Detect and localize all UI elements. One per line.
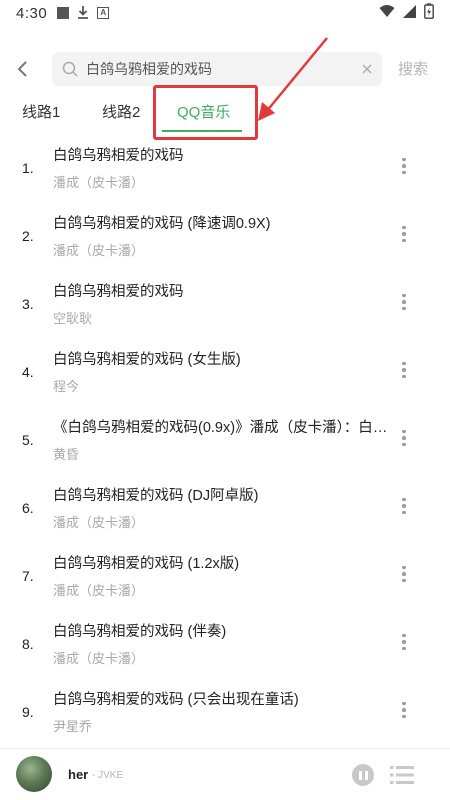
now-playing-title: her — [68, 767, 89, 782]
status-bar: 4:30 A — [0, 0, 450, 26]
playlist-icon — [390, 766, 414, 784]
song-index: 1. — [22, 160, 34, 176]
song-artist: 尹星乔 — [53, 719, 93, 734]
tab-route-1[interactable]: 线路1 — [22, 92, 60, 130]
song-artist: 黄昏 — [53, 447, 80, 462]
song-row[interactable]: 6. 白鸽乌鸦相爱的戏码 (DJ阿卓版) 潘成（皮卡潘） — [0, 472, 450, 540]
more-options-icon[interactable] — [392, 154, 416, 178]
tab-route-2[interactable]: 线路2 — [102, 92, 140, 130]
more-options-icon[interactable] — [392, 426, 416, 450]
search-icon — [62, 61, 78, 77]
more-options-icon[interactable] — [392, 698, 416, 722]
square-notification-icon — [57, 7, 70, 19]
close-icon — [362, 64, 372, 74]
signal-icon — [403, 4, 416, 22]
song-title[interactable]: 白鸽乌鸦相爱的戏码 (1.2x版) — [53, 552, 393, 573]
system-icons — [379, 3, 434, 23]
song-row[interactable]: 9. 白鸽乌鸦相爱的戏码 (只会出现在童话) 尹星乔 — [0, 676, 450, 744]
song-artist: 潘成（皮卡潘） — [53, 175, 145, 190]
more-options-icon[interactable] — [392, 562, 416, 586]
more-options-icon[interactable] — [392, 630, 416, 654]
a-notification-icon: A — [97, 7, 110, 19]
notification-icons: A — [57, 5, 110, 21]
search-input[interactable]: 白鸽乌鸦相爱的戏码 — [52, 52, 382, 86]
search-query[interactable]: 白鸽乌鸦相爱的戏码 — [86, 59, 352, 79]
song-artist: 潘成（皮卡潘） — [53, 583, 145, 598]
status-time: 4:30 — [16, 4, 48, 22]
song-title[interactable]: 白鸽乌鸦相爱的戏码 — [53, 280, 393, 301]
song-row[interactable]: 3. 白鸽乌鸦相爱的戏码 空耿耿 — [0, 268, 450, 336]
battery-charging-icon — [424, 3, 434, 23]
more-options-icon[interactable] — [392, 358, 416, 382]
more-options-icon[interactable] — [392, 290, 416, 314]
wifi-icon — [379, 4, 395, 22]
song-artist: 空耿耿 — [53, 311, 93, 326]
song-artist: 潘成（皮卡潘） — [53, 515, 145, 530]
song-index: 2. — [22, 228, 34, 244]
song-title[interactable]: 白鸽乌鸦相爱的戏码 (女生版) — [53, 348, 393, 369]
song-title[interactable]: 白鸽乌鸦相爱的戏码 (伴奏) — [53, 620, 393, 641]
song-row[interactable]: 7. 白鸽乌鸦相爱的戏码 (1.2x版) 潘成（皮卡潘） — [0, 540, 450, 608]
playlist-button[interactable] — [390, 765, 414, 785]
song-row[interactable]: 8. 白鸽乌鸦相爱的戏码 (伴奏) 潘成（皮卡潘） — [0, 608, 450, 676]
song-index: 7. — [22, 568, 34, 584]
song-index: 8. — [22, 636, 34, 652]
more-options-icon[interactable] — [392, 222, 416, 246]
song-title[interactable]: 白鸽乌鸦相爱的戏码 (降速调0.9X) — [53, 212, 393, 233]
download-icon — [77, 5, 89, 21]
song-title[interactable]: 白鸽乌鸦相爱的戏码 — [53, 144, 393, 165]
song-artist: 潘成（皮卡潘） — [53, 651, 145, 666]
chevron-left-icon — [17, 61, 27, 77]
song-row[interactable]: 4. 白鸽乌鸦相爱的戏码 (女生版) 程今 — [0, 336, 450, 404]
song-index: 6. — [22, 500, 34, 516]
song-row[interactable]: 5. 《白鸽乌鸦相爱的戏码(0.9x)》潘成（皮卡潘）：白鸽... 黄昏 — [0, 404, 450, 472]
pause-button[interactable] — [352, 764, 374, 786]
more-options-icon[interactable] — [392, 494, 416, 518]
song-row[interactable]: 2. 白鸽乌鸦相爱的戏码 (降速调0.9X) 潘成（皮卡潘） — [0, 200, 450, 268]
back-button[interactable] — [0, 50, 44, 88]
song-title[interactable]: 《白鸽乌鸦相爱的戏码(0.9x)》潘成（皮卡潘）：白鸽... — [53, 416, 393, 437]
song-artist: 潘成（皮卡潘） — [53, 243, 145, 258]
now-playing-artist: - JVKE — [92, 770, 124, 781]
song-list: 1. 白鸽乌鸦相爱的戏码 潘成（皮卡潘） 2. 白鸽乌鸦相爱的戏码 (降速调0.… — [0, 132, 450, 744]
song-index: 5. — [22, 432, 34, 448]
song-row[interactable]: 1. 白鸽乌鸦相爱的戏码 潘成（皮卡潘） — [0, 132, 450, 200]
search-button[interactable]: 搜索 — [398, 58, 428, 79]
mini-player[interactable]: her - JVKE — [0, 748, 450, 800]
song-title[interactable]: 白鸽乌鸦相爱的戏码 (DJ阿卓版) — [53, 484, 393, 505]
clear-search-button[interactable] — [352, 54, 382, 84]
song-artist: 程今 — [53, 379, 80, 394]
song-index: 9. — [22, 704, 34, 720]
pause-icon — [358, 770, 362, 780]
search-header: 白鸽乌鸦相爱的戏码 搜索 — [0, 50, 450, 88]
album-cover[interactable] — [16, 756, 52, 792]
song-title[interactable]: 白鸽乌鸦相爱的戏码 (只会出现在童话) — [53, 688, 393, 709]
song-index: 3. — [22, 296, 34, 312]
song-index: 4. — [22, 364, 34, 380]
